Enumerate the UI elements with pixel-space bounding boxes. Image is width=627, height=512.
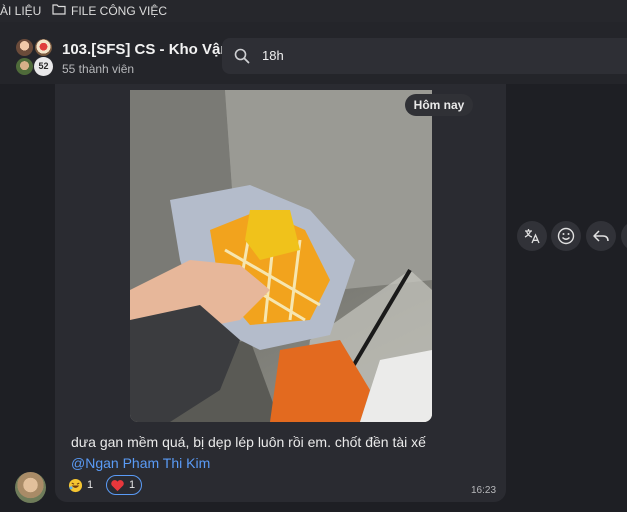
message-photo[interactable] — [130, 90, 432, 422]
search-value[interactable]: 18h — [262, 48, 284, 63]
translate-button[interactable] — [517, 221, 547, 251]
reply-button[interactable] — [586, 221, 616, 251]
reaction-count: 1 — [129, 479, 136, 491]
emoji-icon — [557, 227, 575, 245]
member-avatar — [16, 39, 33, 56]
search-icon — [234, 48, 250, 64]
member-count[interactable]: 55 thành viên — [62, 62, 134, 76]
reaction-count: 1 — [87, 479, 94, 491]
folder-icon — [52, 4, 66, 15]
heart-emoji-icon — [111, 479, 124, 491]
translate-icon — [524, 229, 540, 244]
date-divider: Hôm nay — [405, 94, 473, 116]
search-input[interactable]: 18h — [222, 38, 627, 74]
member-avatar — [16, 58, 33, 75]
message-text: dưa gan mềm quá, bị dẹp lép luôn rồi em.… — [71, 434, 426, 450]
react-button[interactable] — [551, 221, 581, 251]
top-tab-bar: ÀI LIỆU FILE CÔNG VIỆC — [0, 0, 627, 22]
tab-work-files[interactable]: FILE CÔNG VIỆC — [71, 4, 167, 18]
reaction-heart[interactable]: 1 — [106, 475, 143, 495]
group-title[interactable]: 103.[SFS] CS - Kho Vận — [62, 41, 230, 58]
more-button[interactable] — [621, 221, 627, 251]
message-time: 16:23 — [471, 485, 497, 496]
reply-icon — [593, 230, 609, 242]
member-count-badge: 52 — [34, 57, 53, 76]
member-avatar — [35, 39, 52, 56]
sender-avatar[interactable] — [15, 472, 46, 503]
mention-link[interactable]: @Ngan Pham Thi Kim — [71, 455, 210, 471]
tab-documents[interactable]: ÀI LIỆU — [0, 4, 41, 18]
reaction-laugh[interactable]: 1 — [68, 475, 93, 495]
chat-header: 52 103.[SFS] CS - Kho Vận 55 thành viên … — [0, 22, 627, 84]
laughing-emoji-icon — [68, 478, 83, 492]
